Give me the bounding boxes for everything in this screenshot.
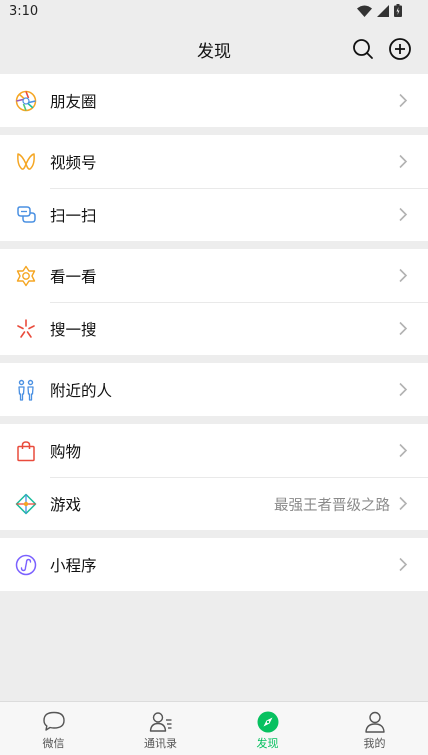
row-mini-programs[interactable]: 小程序 [0,538,428,591]
discover-list: 朋友圈 视频号 扫一扫 看一看 搜一搜 附近的人 购物 游戏 最强王者晋级之路 … [0,74,428,599]
row-label: 朋友圈 [50,93,97,111]
nav-bar: 发现 [0,24,428,74]
channels-icon [17,153,35,170]
chevron-right-icon [399,207,408,222]
search-icon[interactable] [352,38,374,60]
bottom-tab-bar: 微信 通讯录 发现 我的 [0,701,428,755]
row-people-nearby[interactable]: 附近的人 [0,363,428,416]
tab-contacts[interactable]: 通讯录 [107,702,214,755]
search-sparkle-icon [17,319,35,338]
row-channels[interactable]: 视频号 [0,135,428,188]
group-moments: 朋友圈 [0,74,428,127]
status-icons [357,4,402,17]
contacts-icon [149,712,171,732]
game-promo-text: 最强王者晋级之路 [274,498,390,514]
group-stories-search: 看一看 搜一搜 [0,249,428,355]
tab-label: 我的 [363,737,386,750]
games-icon [15,493,37,515]
status-bar: 3:10 [0,0,428,24]
chevron-right-icon [399,557,408,572]
moments-icon [15,90,37,112]
row-moments[interactable]: 朋友圈 [0,74,428,127]
chevron-right-icon [399,154,408,169]
group-nearby: 附近的人 [0,363,428,416]
shopping-bag-icon [17,441,35,462]
chevron-right-icon [399,321,408,336]
chevron-right-icon [399,496,408,511]
mini-programs-icon [15,554,37,576]
scan-icon [17,206,36,223]
row-label: 搜一搜 [50,321,97,339]
tab-label: 微信 [42,737,65,750]
row-label: 小程序 [50,557,97,575]
chevron-right-icon [399,93,408,108]
chevron-right-icon [399,443,408,458]
add-circle-icon[interactable] [388,37,412,61]
row-shopping[interactable]: 购物 [0,424,428,477]
group-shopping-games: 购物 游戏 最强王者晋级之路 [0,424,428,530]
row-label: 看一看 [50,268,97,286]
group-mini-programs: 小程序 [0,538,428,591]
tab-label: 通讯录 [144,737,177,750]
status-time: 3:10 [9,4,39,19]
row-label: 购物 [50,443,82,461]
row-games[interactable]: 游戏 最强王者晋级之路 [0,477,428,530]
battery-icon [394,4,402,17]
people-nearby-icon [18,379,34,401]
person-icon [364,711,385,733]
row-top-stories[interactable]: 看一看 [0,249,428,302]
row-label: 附近的人 [50,382,113,400]
row-scan[interactable]: 扫一扫 [0,188,428,241]
tab-discover[interactable]: 发现 [214,702,321,755]
wifi-icon [357,5,372,17]
chevron-right-icon [399,382,408,397]
tab-label: 发现 [256,737,279,750]
tab-me[interactable]: 我的 [321,702,428,755]
chat-bubble-icon [42,711,65,731]
row-label: 扫一扫 [50,207,97,225]
tab-chats[interactable]: 微信 [0,702,107,755]
top-stories-icon [16,265,36,287]
chevron-right-icon [399,268,408,283]
group-channels-scan: 视频号 扫一扫 [0,135,428,241]
row-search[interactable]: 搜一搜 [0,302,428,355]
row-label: 游戏 [50,496,82,514]
row-label: 视频号 [50,154,97,172]
signal-icon [377,4,389,17]
compass-icon [257,711,278,733]
